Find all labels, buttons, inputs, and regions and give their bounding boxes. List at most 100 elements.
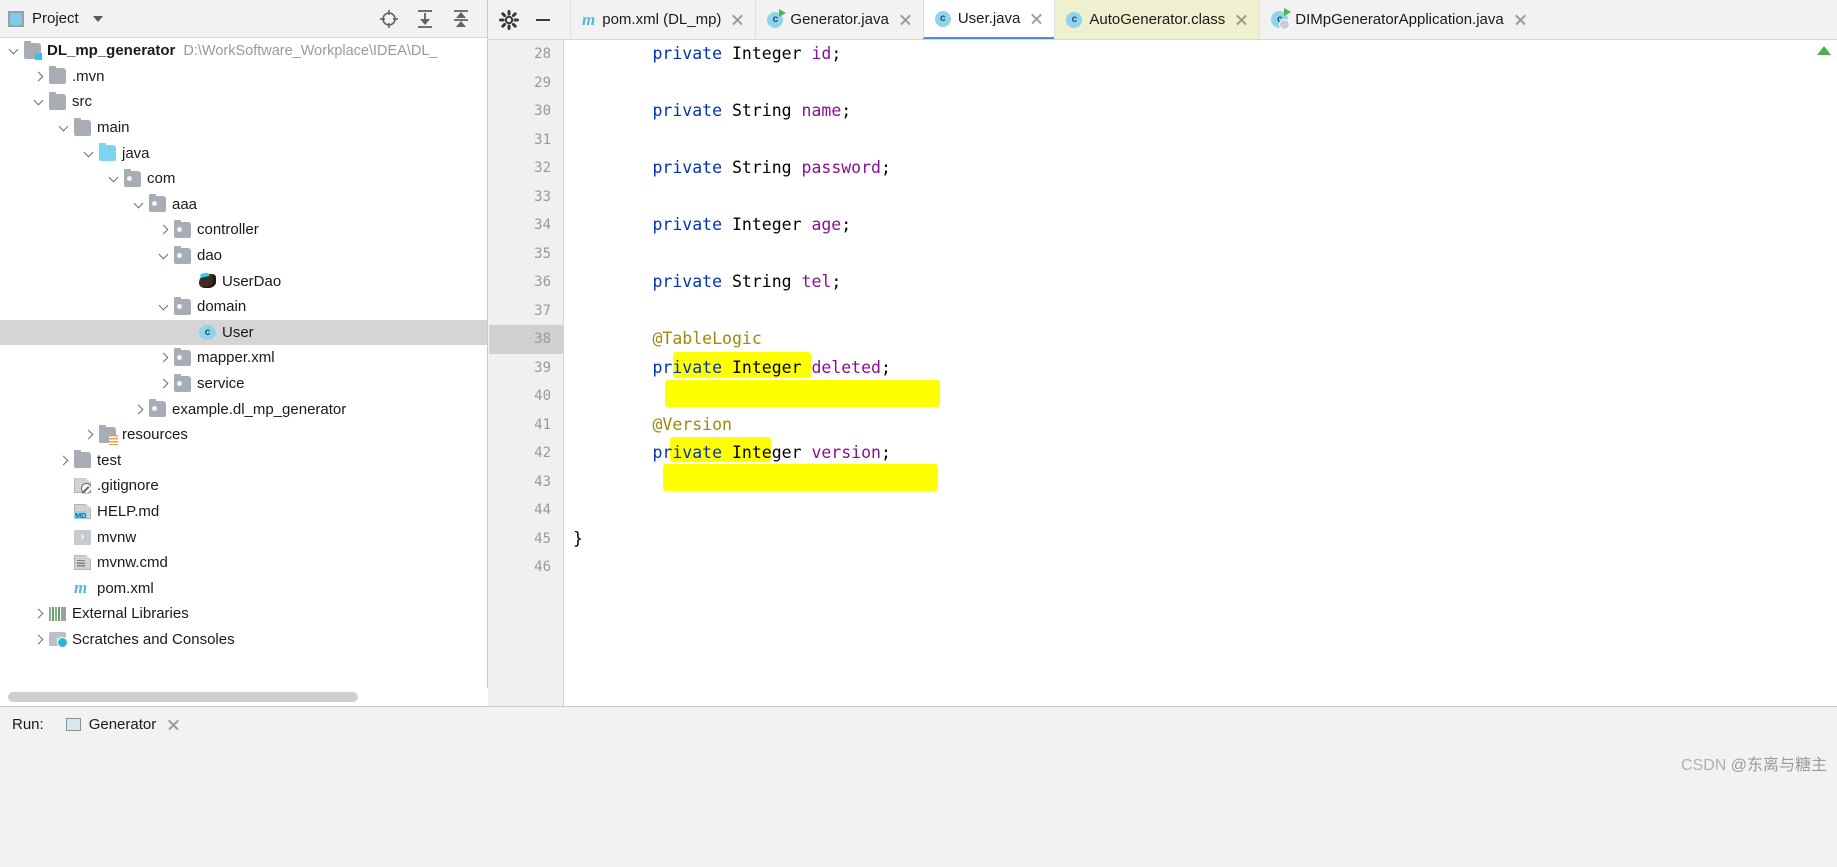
chevron-right-icon[interactable] [158, 377, 171, 390]
settings-gear-icon[interactable] [498, 9, 520, 31]
tree-row-mapper-xml[interactable]: mapper.xml [0, 345, 487, 371]
project-file-tree[interactable]: DL_mp_generator D:\WorkSoftware_Workplac… [0, 38, 487, 688]
editor-tab-autogenerator-class[interactable]: c AutoGenerator.class [1054, 0, 1260, 39]
editor-tab-user-java[interactable]: c User.java [922, 0, 1055, 39]
chevron-down-icon[interactable] [92, 15, 103, 22]
line-number[interactable]: 42 [489, 439, 563, 468]
code-line[interactable]: private String password; [565, 154, 1837, 183]
tree-row-mvn[interactable]: .mvn [0, 64, 487, 90]
code-line[interactable]: private Integer version; [565, 439, 1837, 468]
code-line[interactable]: @Version [565, 411, 1837, 440]
chevron-down-icon[interactable] [158, 249, 171, 262]
close-icon[interactable] [899, 13, 912, 26]
code-line[interactable] [565, 240, 1837, 269]
tree-row-gitignore[interactable]: .gitignore [0, 473, 487, 499]
chevron-down-icon[interactable] [133, 198, 146, 211]
tree-row-test[interactable]: test [0, 448, 487, 474]
tree-row-domain[interactable]: domain [0, 294, 487, 320]
code-editor[interactable]: 28 29 30 31 32 33 34 35 36 37 38 39 40 41 42 43 44 45 46 p… [489, 40, 1837, 706]
close-icon[interactable] [731, 13, 744, 26]
line-number[interactable]: 34 [489, 211, 563, 240]
line-number[interactable]: 39 [489, 354, 563, 383]
close-icon[interactable] [167, 718, 180, 731]
tree-row-main[interactable]: main [0, 115, 487, 141]
code-line[interactable]: private String tel; [565, 268, 1837, 297]
close-icon[interactable] [1235, 13, 1248, 26]
code-line[interactable] [565, 468, 1837, 497]
tree-row-help-md[interactable]: MD HELP.md [0, 499, 487, 525]
code-line[interactable] [565, 183, 1837, 212]
tree-row-java[interactable]: java [0, 140, 487, 166]
line-number[interactable]: 30 [489, 97, 563, 126]
project-panel-horizontal-scrollbar[interactable] [0, 688, 488, 706]
code-line[interactable] [565, 69, 1837, 98]
tree-row-resources[interactable]: resources [0, 422, 487, 448]
expand-all-icon[interactable] [414, 8, 436, 30]
close-icon[interactable] [1514, 13, 1527, 26]
line-number[interactable]: 33 [489, 183, 563, 212]
code-line[interactable] [565, 126, 1837, 155]
line-number[interactable]: 43 [489, 468, 563, 497]
tree-row-dao[interactable]: dao [0, 243, 487, 269]
collapse-all-icon[interactable] [450, 8, 472, 30]
tree-row-controller[interactable]: controller [0, 217, 487, 243]
code-line[interactable]: } [565, 525, 1837, 554]
run-configuration-tab[interactable]: Generator [60, 707, 187, 741]
scrollbar-thumb[interactable] [8, 692, 358, 702]
chevron-down-icon[interactable] [33, 95, 46, 108]
line-number[interactable]: 31 [489, 126, 563, 155]
code-line[interactable]: private Integer age; [565, 211, 1837, 240]
line-number[interactable]: 45 [489, 525, 563, 554]
editor-tab-dimpgeneratorapplication-java[interactable]: c DIMpGeneratorApplication.java [1259, 0, 1537, 39]
line-number[interactable]: 28 [489, 40, 563, 69]
code-line[interactable]: @TableLogic [565, 325, 1837, 354]
chevron-right-icon[interactable] [158, 351, 171, 364]
chevron-right-icon[interactable] [133, 403, 146, 416]
close-icon[interactable] [1030, 12, 1043, 25]
minimize-icon[interactable] [532, 9, 554, 31]
line-number[interactable]: 44 [489, 496, 563, 525]
chevron-down-icon[interactable] [83, 147, 96, 160]
line-number[interactable]: 46 [489, 553, 563, 582]
tree-row-scratches-and-consoles[interactable]: › Scratches and Consoles [0, 627, 487, 653]
line-number[interactable]: 37 [489, 297, 563, 326]
line-number[interactable]: 40 [489, 382, 563, 411]
chevron-right-icon[interactable] [83, 428, 96, 441]
chevron-right-icon[interactable] [158, 223, 171, 236]
tree-row-project-root[interactable]: DL_mp_generator D:\WorkSoftware_Workplac… [0, 38, 487, 64]
code-line[interactable]: private Integer deleted; [565, 354, 1837, 383]
code-line[interactable] [565, 553, 1837, 582]
locate-target-icon[interactable] [378, 8, 400, 30]
chevron-right-icon[interactable] [58, 454, 71, 467]
tree-row-userdao[interactable]: UserDao [0, 268, 487, 294]
tree-row-example-dl-mp-generator[interactable]: example.dl_mp_generator [0, 396, 487, 422]
chevron-right-icon[interactable] [33, 607, 46, 620]
line-number[interactable]: 41 [489, 411, 563, 440]
tree-row-src[interactable]: src [0, 89, 487, 115]
tree-row-user[interactable]: c User [0, 319, 487, 346]
line-number[interactable]: 29 [489, 69, 563, 98]
tree-row-service[interactable]: service [0, 371, 487, 397]
chevron-right-icon[interactable] [33, 70, 46, 83]
chevron-down-icon[interactable] [58, 121, 71, 134]
tree-row-com[interactable]: com [0, 166, 487, 192]
line-number[interactable]: 35 [489, 240, 563, 269]
tree-row-mvnw[interactable]: › mvnw [0, 524, 487, 550]
editor-tab-generator-java[interactable]: c Generator.java [755, 0, 922, 39]
line-number[interactable]: 36 [489, 268, 563, 297]
tree-row-aaa[interactable]: aaa [0, 192, 487, 218]
tree-row-pom-xml[interactable]: m pom.xml [0, 575, 487, 601]
editor-code-area[interactable]: private Integer id; private String name;… [565, 40, 1837, 706]
code-line[interactable] [565, 297, 1837, 326]
code-line[interactable] [565, 382, 1837, 411]
chevron-down-icon[interactable] [158, 300, 171, 313]
tree-row-external-libraries[interactable]: External Libraries [0, 601, 487, 627]
code-line[interactable]: private Integer id; [565, 40, 1837, 69]
line-number[interactable]: 38 [489, 325, 563, 354]
chevron-right-icon[interactable] [33, 633, 46, 646]
code-line[interactable]: private String name; [565, 97, 1837, 126]
line-number[interactable]: 32 [489, 154, 563, 183]
tree-row-mvnw-cmd[interactable]: mvnw.cmd [0, 550, 487, 576]
code-line[interactable] [565, 496, 1837, 525]
chevron-down-icon[interactable] [8, 44, 21, 57]
